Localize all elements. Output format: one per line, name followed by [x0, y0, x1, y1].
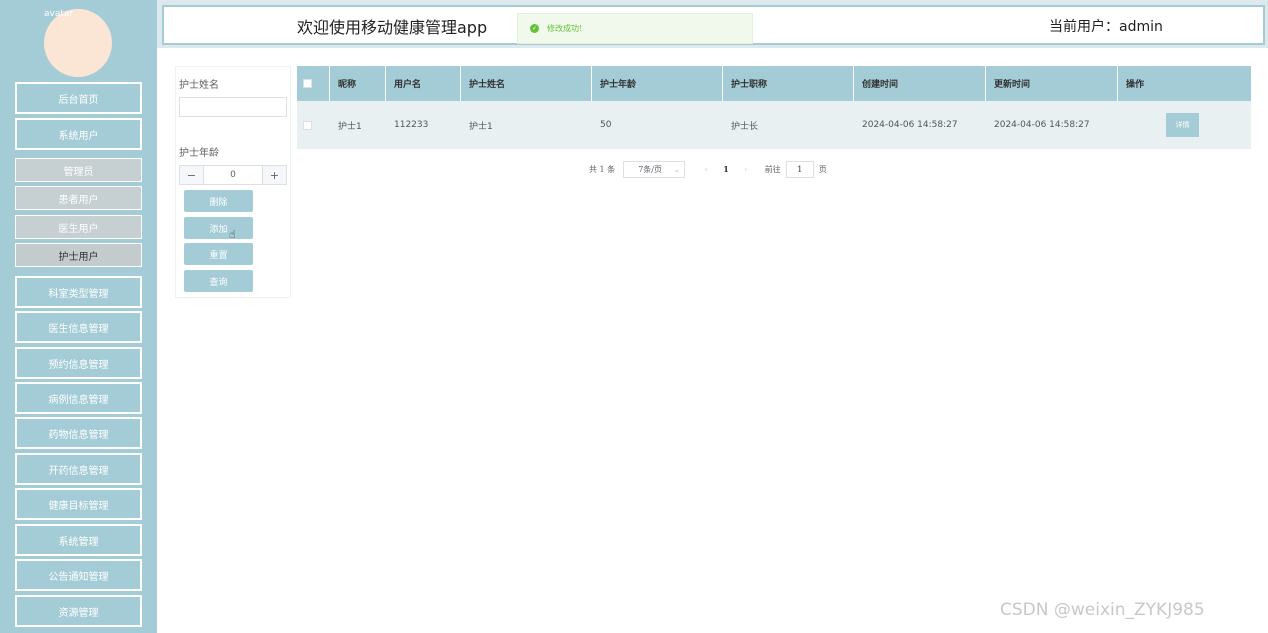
page-size-select[interactable]: 7条/页 ⌄: [623, 160, 686, 178]
header-username: 用户名: [386, 66, 461, 101]
chevron-down-icon: ⌄: [673, 164, 681, 174]
decrement-button[interactable]: −: [180, 166, 204, 184]
pagination: 共 1 条 7条/页 ⌄ ‹ 1 › 前往 1 页: [589, 160, 827, 178]
sidebar-item-prescriptions[interactable]: 开药信息管理: [15, 453, 142, 485]
row-checkbox[interactable]: [303, 120, 312, 130]
header-nurse-name: 护士姓名: [461, 66, 592, 101]
next-page-icon[interactable]: ›: [739, 165, 753, 174]
check-circle-icon: ✓: [530, 24, 539, 33]
page-suffix: 页: [818, 164, 827, 174]
page-size-value: 7条/页: [638, 164, 662, 174]
sidebar: avatar 后台首页 系统用户 管理员 患者用户 医生用户 护士用户 科室类型…: [0, 0, 157, 633]
sidebar-item-department-types[interactable]: 科室类型管理: [15, 276, 142, 308]
header-created-time[interactable]: 创建时间: [854, 66, 986, 101]
table-header: 昵称 用户名 护士姓名 护士年龄 护士职称 创建时间 更新时间 操作: [297, 66, 1251, 101]
header-actions: 操作: [1126, 80, 1145, 90]
detail-button[interactable]: 详情: [1166, 113, 1199, 137]
nurse-name-input[interactable]: [179, 97, 287, 117]
sidebar-subitem-patients[interactable]: 患者用户: [15, 186, 142, 210]
cell-updated-time: 2024-04-06 14:58:27: [994, 120, 1090, 130]
header-nickname: 昵称: [330, 66, 386, 101]
header-updated-time[interactable]: 更新时间: [986, 66, 1118, 101]
sidebar-item-system-users[interactable]: 系统用户: [15, 118, 142, 150]
table-row: 护士1 112233 护士1 50 护士长 2024-04-06 14:58:2…: [297, 101, 1251, 149]
current-user: 当前用户：admin: [1049, 19, 1163, 35]
sidebar-item-resources[interactable]: 资源管理: [15, 595, 142, 627]
cell-nurse-name: 护士1: [469, 121, 493, 132]
goto-label: 前往: [764, 164, 781, 174]
cell-nurse-age: 50: [600, 120, 612, 130]
nurse-age-value[interactable]: 0: [204, 166, 262, 184]
cell-username: 112233: [394, 120, 429, 130]
hand-cursor-icon: ☝: [229, 228, 236, 241]
increment-button[interactable]: +: [262, 166, 286, 184]
current-page[interactable]: 1: [723, 164, 729, 174]
cell-nurse-title: 护士长: [731, 121, 759, 132]
sidebar-subitem-admin[interactable]: 管理员: [15, 158, 142, 182]
app-title: 欢迎使用移动健康管理app: [297, 18, 488, 37]
search-button[interactable]: 查询: [184, 270, 253, 292]
row-select-cell: [297, 101, 330, 149]
avatar[interactable]: [44, 9, 112, 77]
watermark: CSDN @weixin_ZYKJ985: [1000, 600, 1205, 620]
prev-page-icon[interactable]: ‹: [699, 165, 713, 174]
goto-page-input[interactable]: 1: [785, 160, 814, 178]
total-count: 共 1 条: [589, 164, 616, 174]
header-nurse-title: 护士职称: [723, 66, 854, 101]
sidebar-item-medicines[interactable]: 药物信息管理: [15, 417, 142, 449]
sidebar-subitem-doctors[interactable]: 医生用户: [15, 215, 142, 239]
avatar-alt-text: avatar: [44, 9, 74, 19]
select-all-checkbox[interactable]: [303, 79, 312, 88]
cell-created-time: 2024-04-06 14:58:27: [862, 120, 958, 130]
cell-actions: 详情: [1118, 101, 1251, 149]
header-nurse-age: 护士年龄: [592, 66, 723, 101]
add-button[interactable]: 添加: [184, 217, 253, 239]
sidebar-subitem-nurses[interactable]: 护士用户: [15, 243, 142, 267]
select-all-cell: [297, 66, 330, 101]
reset-button[interactable]: 重置: [184, 243, 253, 265]
sidebar-item-home[interactable]: 后台首页: [15, 82, 142, 114]
nurse-table: 昵称 用户名 护士姓名 护士年龄 护士职称 创建时间 更新时间 操作 护士1 1…: [297, 66, 1251, 149]
delete-button[interactable]: 删除: [184, 190, 253, 212]
nurse-age-label: 护士年龄: [179, 148, 219, 159]
success-toast: ✓ 修改成功!: [517, 13, 753, 44]
sidebar-item-health-goals[interactable]: 健康目标管理: [15, 488, 142, 520]
nurse-age-stepper: − 0 +: [179, 165, 287, 185]
sidebar-item-cases[interactable]: 病例信息管理: [15, 382, 142, 414]
toast-message: 修改成功!: [547, 24, 583, 33]
sidebar-item-system-manage[interactable]: 系统管理: [15, 524, 142, 556]
cell-nickname: 护士1: [338, 121, 362, 132]
sidebar-item-appointments[interactable]: 预约信息管理: [15, 347, 142, 379]
sidebar-item-announcements[interactable]: 公告通知管理: [15, 559, 142, 591]
sidebar-item-doctor-info[interactable]: 医生信息管理: [15, 311, 142, 343]
nurse-name-label: 护士姓名: [179, 80, 219, 91]
